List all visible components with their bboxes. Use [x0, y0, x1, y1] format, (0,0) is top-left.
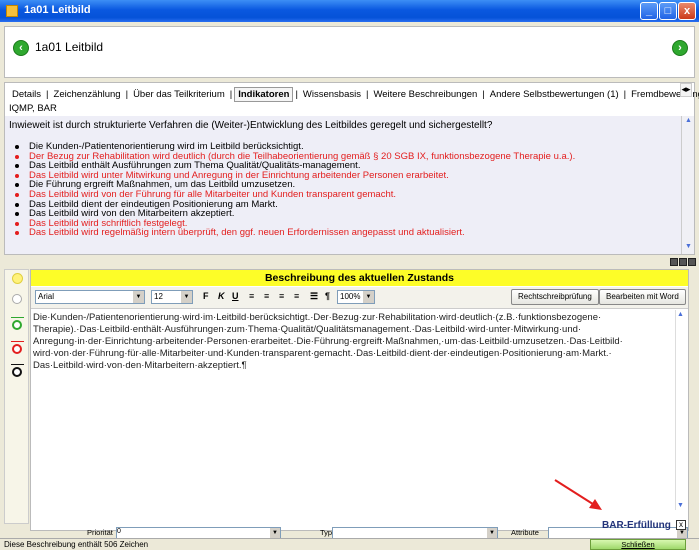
- size-select-value: 12: [154, 292, 163, 301]
- description-textarea[interactable]: Die·Kunden-/Patientenorientierung·wird·i…: [31, 310, 688, 510]
- scroll-down-icon[interactable]: ▼: [677, 502, 684, 509]
- close-window-button[interactable]: x: [678, 2, 696, 20]
- green-bar-icon: [11, 317, 24, 318]
- text-line: Anregung·in·der·Einrichtung·arbeitender·…: [33, 336, 623, 347]
- tab-strip: Details | Zeichenzählung | Über das Teilkrit…: [4, 82, 699, 116]
- bold-button[interactable]: F: [203, 291, 209, 301]
- indicator-scrollbar[interactable]: ▲ ▼: [681, 116, 694, 254]
- page-header: ‹ 1a01 Leitbild ›: [4, 26, 695, 78]
- justify-icon[interactable]: ≡: [294, 291, 299, 301]
- pane-icon[interactable]: [679, 258, 687, 266]
- indicator-list: Die Kunden-/Patientenorientierung wird i…: [14, 142, 575, 238]
- priority-label: Priorität: [87, 528, 113, 537]
- bar-fulfillment-checkbox[interactable]: x: [676, 520, 686, 530]
- close-button[interactable]: Schließen: [590, 539, 686, 550]
- bullet-list-icon[interactable]: ☰: [310, 291, 318, 302]
- size-select[interactable]: 12 ▼: [151, 290, 193, 304]
- zoom-select[interactable]: 100% ▼: [337, 290, 375, 304]
- tab-zeichenzaehlung[interactable]: Zeichenzählung: [51, 88, 124, 101]
- chevron-down-icon: ▼: [181, 291, 192, 303]
- text-line: wird·von·der·Führung·für·alle·Mitarbeite…: [33, 348, 612, 359]
- tab-teilkriterium[interactable]: Über das Teilkriterium: [130, 88, 228, 101]
- zoom-select-value: 100%: [340, 292, 361, 301]
- editor-scrollbar[interactable]: ▲ ▼: [675, 310, 688, 510]
- maximize-button[interactable]: □: [659, 2, 677, 20]
- grey-status-icon[interactable]: [12, 294, 22, 304]
- scroll-up-icon[interactable]: ▲: [683, 117, 694, 127]
- spellcheck-button[interactable]: Rechtschreibprüfung: [511, 289, 599, 305]
- window-title: 1a01 Leitbild: [24, 4, 91, 16]
- forward-arrow-icon[interactable]: ›: [672, 40, 688, 56]
- status-bar: Diese Beschreibung enthält 506 Zeichen S…: [0, 538, 699, 550]
- minimize-button[interactable]: _: [640, 2, 658, 20]
- indicator-panel: Inwieweit ist durch strukturierte Verfah…: [4, 116, 695, 255]
- scroll-down-icon[interactable]: ▼: [683, 243, 694, 253]
- tab-andere-selbstbewertungen[interactable]: Andere Selbstbewertungen (1): [487, 88, 622, 101]
- back-arrow-icon[interactable]: ‹: [13, 40, 29, 56]
- editor-toolbar: Arial ▼ 12 ▼ F K U ≡ ≡ ≡ ≡ ☰ ¶ 100% ▼ Re…: [31, 287, 688, 309]
- font-select-value: Arial: [38, 292, 55, 301]
- tab-indikatoren[interactable]: Indikatoren: [234, 87, 294, 102]
- description-editor: Beschreibung des aktuellen Zustands Aria…: [30, 269, 689, 531]
- title-bar: 1a01 Leitbild _ □ x: [0, 0, 699, 22]
- tab-row: Details | Zeichenzählung | Über das Teilkrit…: [9, 87, 699, 102]
- bar-fulfillment-label: BAR-Erfüllung: [602, 520, 671, 531]
- align-center-icon[interactable]: ≡: [264, 291, 269, 301]
- underline-button[interactable]: U: [232, 291, 239, 301]
- green-status-icon[interactable]: [12, 320, 22, 330]
- attribute-label: Attribute: [511, 528, 539, 537]
- section-title: Beschreibung des aktuellen Zustands: [31, 270, 688, 286]
- chevron-down-icon: ▼: [270, 528, 280, 538]
- question-text: Inwieweit ist durch strukturierte Verfah…: [9, 120, 493, 131]
- yellow-status-icon[interactable]: [12, 273, 23, 284]
- chevron-down-icon: ▼: [363, 291, 374, 303]
- chevron-down-icon: ▼: [133, 291, 144, 303]
- priority-value: 0: [117, 528, 121, 535]
- text-line: Therapie).·Das·Leitbild·enthält·Ausführu…: [33, 324, 582, 335]
- scroll-up-icon[interactable]: ▲: [677, 311, 684, 318]
- layout-icon[interactable]: [670, 258, 678, 266]
- scope-label: IQMP, BAR: [9, 103, 57, 114]
- italic-button[interactable]: K: [218, 291, 225, 301]
- tab-weitere-beschreibungen[interactable]: Weitere Beschreibungen: [370, 88, 480, 101]
- panel-icons: [669, 257, 696, 267]
- align-right-icon[interactable]: ≡: [279, 291, 284, 301]
- red-status-icon[interactable]: [12, 344, 22, 354]
- tab-wissensbasis[interactable]: Wissensbasis: [300, 88, 364, 101]
- edit-with-word-button[interactable]: Bearbeiten mit Word: [599, 289, 686, 305]
- character-count-status: Diese Beschreibung enthält 506 Zeichen: [4, 540, 149, 549]
- paragraph-icon[interactable]: ¶: [325, 291, 330, 301]
- black-status-icon[interactable]: [12, 367, 22, 377]
- tab-details[interactable]: Details: [9, 88, 44, 101]
- page-title: 1a01 Leitbild: [35, 40, 104, 54]
- red-bar-icon: [11, 341, 24, 342]
- status-strip: [4, 269, 29, 524]
- tab-scroll-arrow-icon[interactable]: ◂▸: [680, 83, 692, 97]
- black-bar-icon: [11, 364, 24, 365]
- font-select[interactable]: Arial ▼: [35, 290, 145, 304]
- collapse-icon[interactable]: [688, 258, 696, 266]
- app-window: 1a01 Leitbild _ □ x ‹ 1a01 Leitbild › De…: [0, 0, 699, 550]
- type-label: Typ: [320, 528, 333, 537]
- text-line: Die·Kunden-/Patientenorientierung·wird·i…: [33, 312, 602, 323]
- text-line: Das·Leitbild·wird·von·den·Mitarbeitern·a…: [33, 360, 247, 371]
- app-icon: [6, 5, 18, 17]
- chevron-down-icon: ▼: [487, 528, 497, 538]
- indicator-item: Das Leitbild wird regelmäßig intern über…: [14, 228, 575, 238]
- align-left-icon[interactable]: ≡: [249, 291, 254, 301]
